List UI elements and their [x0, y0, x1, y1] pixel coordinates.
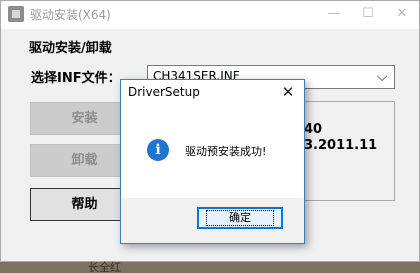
driver-setup-dialog: DriverSetup ✕ i 驱动预安装成功! 确定 [120, 79, 305, 244]
ok-button[interactable]: 确定 [197, 207, 283, 229]
dialog-title: DriverSetup [128, 85, 200, 99]
window-title: 驱动安装(X64) [30, 8, 111, 22]
dialog-body: i 驱动预安装成功! [121, 106, 304, 198]
title-bar[interactable]: 驱动安装(X64) — ☐ ✕ [1, 1, 419, 29]
chevron-down-icon[interactable]: ⌵ [373, 67, 391, 87]
minimize-button[interactable]: — [317, 1, 351, 29]
close-button[interactable]: ✕ [385, 1, 419, 29]
ok-button-label: 确定 [206, 210, 274, 226]
group-title: 驱动安装/卸载 [29, 41, 112, 56]
maximize-button[interactable]: ☐ [351, 1, 385, 29]
dialog-title-bar[interactable]: DriverSetup ✕ [121, 80, 304, 106]
inf-file-label: 选择INF文件： [31, 71, 121, 86]
info-line-2: 3.2011.11 [304, 138, 378, 153]
dialog-close-button[interactable]: ✕ [274, 80, 302, 106]
info-line-1: 40 [304, 122, 323, 137]
app-icon [8, 6, 24, 22]
background-desktop [0, 262, 420, 273]
background-text: 长全红 [88, 261, 121, 273]
dialog-message: 驱动预安装成功! [185, 145, 267, 158]
info-icon: i [147, 139, 169, 161]
